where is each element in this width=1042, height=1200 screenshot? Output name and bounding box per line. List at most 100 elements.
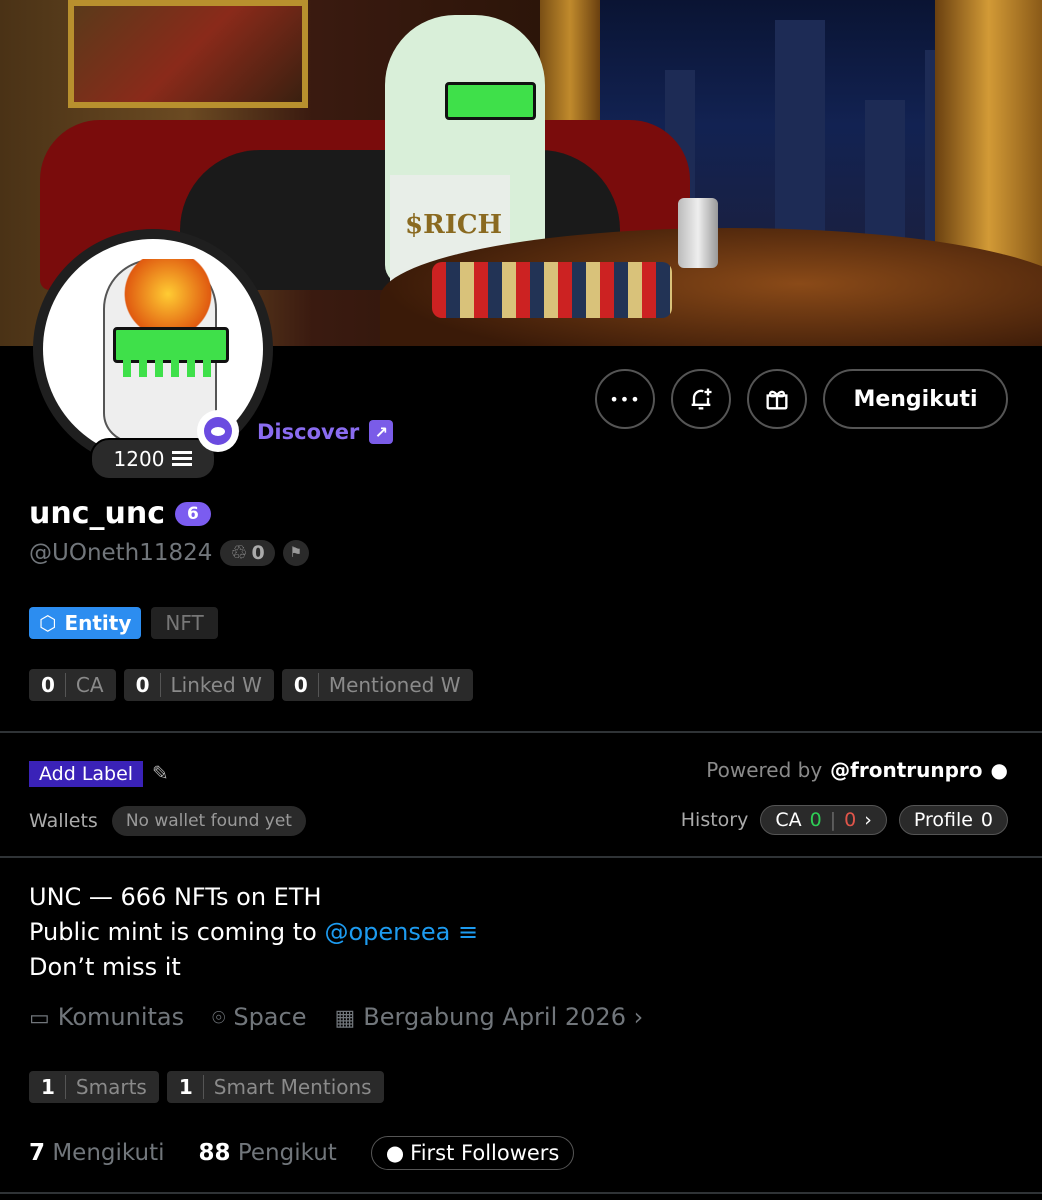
- more-button[interactable]: •••: [595, 369, 655, 429]
- bio: UNC — 666 NFTs on ETH Public mint is com…: [29, 880, 478, 985]
- level-badge: 6: [175, 501, 211, 526]
- wallets-status: No wallet found yet: [111, 806, 306, 836]
- more-icon: •••: [609, 389, 641, 409]
- bio-line: Public mint is coming to @opensea ≡: [29, 915, 478, 950]
- add-label-button[interactable]: Add Label: [29, 761, 144, 787]
- notify-button[interactable]: [671, 369, 731, 429]
- count-label: Mentioned W: [328, 673, 461, 697]
- drip: [123, 357, 213, 377]
- linked-wallet-count[interactable]: 0 Linked W: [123, 669, 274, 701]
- powered-by: Powered by @frontrunpro ●: [706, 758, 1008, 782]
- location-item: ⌾ Space: [212, 1003, 306, 1031]
- nft-tag[interactable]: NFT: [151, 607, 218, 639]
- shirt-text: $RICH: [405, 210, 503, 240]
- first-followers-label: First Followers: [410, 1141, 560, 1165]
- count-label: Linked W: [170, 673, 262, 697]
- divider: [0, 1192, 1042, 1194]
- followers-label: Pengikut: [237, 1140, 337, 1166]
- score-value: 1200: [113, 447, 165, 471]
- recycle-icon: ♲: [230, 542, 248, 564]
- history-row: History CA 0 | 0 › Profile 0: [681, 805, 1008, 835]
- wallets-row: Wallets No wallet found yet: [29, 806, 306, 836]
- tags-row: ⬡ Entity NFT: [29, 607, 218, 639]
- smarts-row: 1 Smarts 1 Smart Mentions: [29, 1071, 384, 1103]
- followers-count: 88: [198, 1140, 231, 1166]
- calendar-icon: ▦: [334, 1006, 356, 1031]
- count-value: 1: [178, 1075, 193, 1099]
- bio-line: Don’t miss it: [29, 953, 181, 981]
- profile-label: Profile: [913, 809, 973, 831]
- ca-label: CA: [775, 809, 802, 831]
- location-label: Space: [233, 1003, 307, 1031]
- count-value: 0: [135, 673, 150, 697]
- wallets-label: Wallets: [29, 810, 98, 832]
- opensea-mention[interactable]: @opensea: [324, 918, 450, 946]
- joined-item[interactable]: ▦ Bergabung April 2026 ›: [334, 1003, 643, 1031]
- username: @UOneth11824: [29, 540, 213, 566]
- pencil-icon[interactable]: ✎: [152, 761, 169, 785]
- following-button[interactable]: Mengikuti: [823, 369, 1008, 429]
- profile-count: 0: [980, 809, 993, 831]
- cube-icon: ⬡: [39, 611, 57, 635]
- bell-plus-icon: [691, 388, 712, 410]
- history-profile-pill[interactable]: Profile 0: [898, 805, 1008, 835]
- count-label: Smart Mentions: [213, 1075, 372, 1099]
- eye-icon: [197, 410, 239, 452]
- category-item: ▭ Komunitas: [29, 1003, 184, 1031]
- handle-row: @UOneth11824 ♲ 0 ⚑: [29, 540, 309, 566]
- count-label: Smarts: [75, 1075, 147, 1099]
- ca-count[interactable]: 0 CA: [29, 669, 116, 701]
- display-name: unc_unc: [29, 496, 165, 531]
- smart-mentions-count[interactable]: 1 Smart Mentions: [166, 1071, 384, 1103]
- divider: [0, 856, 1042, 858]
- entity-tag[interactable]: ⬡ Entity: [29, 607, 142, 639]
- flag-icon[interactable]: ⚑: [282, 540, 309, 566]
- gift-button[interactable]: [747, 369, 807, 429]
- category-label: Komunitas: [57, 1003, 185, 1031]
- entity-label: Entity: [64, 611, 132, 635]
- casino-can: [678, 198, 718, 268]
- history-label: History: [680, 809, 749, 831]
- chevron-right-icon: ›: [625, 1003, 644, 1031]
- briefcase-icon: ▭: [29, 1006, 50, 1031]
- joined-label: Bergabung April 2026: [363, 1003, 626, 1031]
- fire-icon: [118, 259, 218, 329]
- ca-red-count: 0: [844, 809, 857, 831]
- divider: [0, 731, 1042, 733]
- powered-by-text: Powered by: [706, 758, 823, 782]
- following-stat[interactable]: 7 Mengikuti: [29, 1140, 165, 1166]
- bio-text: Public mint is coming to: [29, 918, 325, 946]
- rename-badge[interactable]: ♲ 0: [220, 540, 275, 566]
- separator: |: [829, 809, 837, 831]
- count-value: 0: [293, 673, 308, 697]
- profile-name-row: unc_unc 6: [29, 496, 211, 531]
- follow-stats: 7 Mengikuti 88 Pengikut ● First Followers: [29, 1136, 575, 1170]
- count-value: 0: [41, 673, 55, 697]
- bio-line: UNC — 666 NFTs on ETH: [29, 883, 322, 911]
- curtain-right: [935, 0, 1042, 280]
- discover-label: Discover: [257, 420, 360, 444]
- score-badge: 1200: [90, 438, 216, 480]
- meta-row: ▭ Komunitas ⌾ Space ▦ Bergabung April 2026 …: [29, 1003, 643, 1031]
- bars-icon: ≡: [450, 918, 479, 946]
- painting: [68, 0, 308, 108]
- rename-count: 0: [251, 542, 265, 564]
- smarts-count[interactable]: 1 Smarts: [29, 1071, 159, 1103]
- count-value: 1: [41, 1075, 55, 1099]
- count-label: CA: [75, 673, 104, 697]
- following-label: Mengikuti: [52, 1140, 165, 1166]
- first-followers-button[interactable]: ● First Followers: [370, 1136, 575, 1170]
- followers-stat[interactable]: 88 Pengikut: [199, 1140, 337, 1166]
- history-ca-pill[interactable]: CA 0 | 0 ›: [760, 805, 887, 835]
- powered-by-handle[interactable]: @frontrunpro: [830, 758, 982, 782]
- rabbit-icon: ●: [990, 758, 1008, 782]
- external-arrow-icon: ↗: [369, 420, 394, 444]
- rabbit-icon: ●: [385, 1141, 405, 1165]
- counts-row: 0 CA 0 Linked W 0 Mentioned W: [29, 669, 473, 701]
- discover-link[interactable]: Discover ↗: [257, 420, 394, 444]
- mentioned-wallet-count[interactable]: 0 Mentioned W: [281, 669, 473, 701]
- gift-icon: [766, 390, 788, 410]
- green-glasses: [445, 82, 536, 120]
- following-count: 7: [29, 1140, 46, 1166]
- location-pin-icon: ⌾: [212, 1006, 226, 1031]
